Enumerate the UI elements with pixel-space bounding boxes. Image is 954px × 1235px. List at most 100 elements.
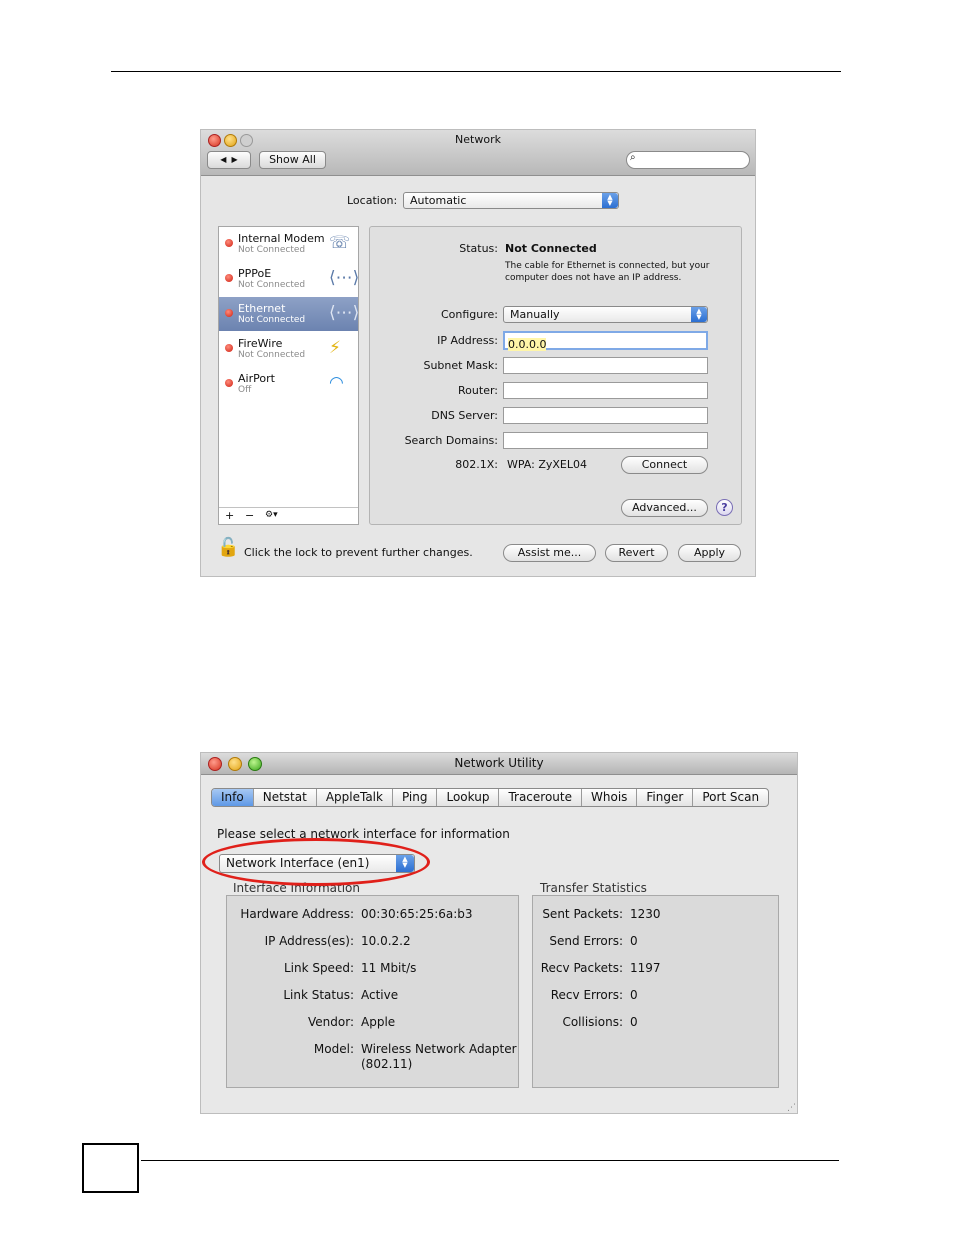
recv-packets-value: 1197 bbox=[630, 961, 661, 975]
network-utility-window: Network Utility Info Netstat AppleTalk P… bbox=[200, 752, 798, 1114]
model-label: Model: bbox=[313, 1042, 354, 1056]
service-firewire[interactable]: FireWire Not Connected ⚡ bbox=[219, 332, 358, 366]
service-status: Off bbox=[238, 385, 252, 395]
ip-addresses-value: 10.0.2.2 bbox=[361, 934, 411, 948]
connect-button[interactable]: Connect bbox=[621, 456, 708, 474]
tab-appletalk[interactable]: AppleTalk bbox=[317, 789, 393, 806]
dns-server-field[interactable] bbox=[503, 407, 708, 424]
back-arrow-icon[interactable]: ◀ bbox=[220, 155, 226, 164]
search-input[interactable]: ⌕ bbox=[626, 151, 750, 169]
tab-info[interactable]: Info bbox=[212, 789, 254, 806]
phone-icon: ☏ bbox=[329, 233, 351, 253]
popup-arrows-icon: ▲ ▼ bbox=[691, 307, 707, 322]
status-description: The cable for Ethernet is connected, but… bbox=[505, 261, 710, 283]
service-pppoe[interactable]: PPPoE Not Connected ⟨⋯⟩ bbox=[219, 262, 359, 296]
recv-packets-label: Recv Packets: bbox=[540, 961, 623, 975]
collisions-label: Collisions: bbox=[562, 1015, 623, 1029]
service-name: AirPort bbox=[238, 372, 275, 385]
transfer-group-label: Transfer Statistics bbox=[540, 881, 647, 895]
revert-button[interactable]: Revert bbox=[605, 544, 668, 562]
lock-icon[interactable]: 🔓 bbox=[217, 537, 239, 558]
vendor-value: Apple bbox=[361, 1015, 396, 1029]
network-window: Network ◀ ▶ Show All ⌕ Location: Automat… bbox=[200, 129, 756, 577]
recv-errors-value: 0 bbox=[630, 988, 638, 1002]
link-status-label: Link Status: bbox=[283, 988, 354, 1002]
search-icon: ⌕ bbox=[630, 152, 636, 163]
hardware-address-value: 00:30:65:25:6a:b3 bbox=[361, 907, 473, 921]
service-name: Internal Modem bbox=[238, 232, 325, 245]
collisions-value: 0 bbox=[630, 1015, 638, 1029]
router-label: Router: bbox=[458, 384, 498, 397]
location-popup[interactable]: Automatic ▲ ▼ bbox=[403, 192, 619, 209]
add-service-button[interactable]: + bbox=[225, 509, 234, 522]
show-all-button[interactable]: Show All bbox=[259, 151, 326, 169]
sent-packets-value: 1230 bbox=[630, 907, 661, 921]
status-red-icon bbox=[225, 379, 233, 387]
subnet-mask-label: Subnet Mask: bbox=[423, 359, 498, 372]
remove-service-button[interactable]: − bbox=[245, 509, 254, 522]
router-field[interactable] bbox=[503, 382, 708, 399]
footer-rule bbox=[141, 1160, 839, 1161]
dot1x-value: WPA: ZyXEL04 bbox=[507, 458, 587, 471]
tab-lookup[interactable]: Lookup bbox=[437, 789, 500, 806]
service-internal-modem[interactable]: Internal Modem Not Connected ☏ bbox=[219, 227, 358, 261]
service-ethernet[interactable]: Ethernet Not Connected ⟨⋯⟩ bbox=[219, 297, 359, 331]
search-domains-label: Search Domains: bbox=[404, 434, 498, 447]
lock-text: Click the lock to prevent further change… bbox=[244, 546, 473, 559]
status-label: Status: bbox=[459, 242, 498, 255]
model-extra: (802.11) bbox=[361, 1057, 413, 1071]
tab-traceroute[interactable]: Traceroute bbox=[499, 789, 582, 806]
header-rule bbox=[111, 71, 841, 72]
interface-info-box: Hardware Address: 00:30:65:25:6a:b3 IP A… bbox=[226, 895, 519, 1088]
assist-me-button[interactable]: Assist me... bbox=[503, 544, 596, 562]
ip-address-value: 0.0.0.0 bbox=[508, 338, 547, 351]
window-title: Network bbox=[455, 133, 501, 146]
ip-address-label: IP Address: bbox=[437, 334, 498, 347]
status-red-icon bbox=[225, 274, 233, 282]
link-speed-label: Link Speed: bbox=[283, 961, 354, 975]
service-status: Not Connected bbox=[238, 315, 306, 325]
service-name: Ethernet bbox=[238, 302, 286, 315]
help-icon[interactable]: ? bbox=[716, 499, 733, 516]
toolbar: Network ◀ ▶ Show All ⌕ bbox=[201, 130, 755, 176]
advanced-button[interactable]: Advanced... bbox=[621, 499, 708, 517]
settings-panel: Status: Not Connected The cable for Ethe… bbox=[369, 226, 742, 525]
status-value: Not Connected bbox=[505, 242, 597, 255]
tab-finger[interactable]: Finger bbox=[637, 789, 694, 806]
send-errors-label: Send Errors: bbox=[549, 934, 623, 948]
gear-icon[interactable]: ⚙▾ bbox=[265, 510, 278, 520]
service-list: Internal Modem Not Connected ☏ PPPoE Not… bbox=[218, 226, 359, 525]
location-value: Automatic bbox=[410, 194, 467, 207]
configure-popup[interactable]: Manually ▲ ▼ bbox=[503, 306, 708, 323]
dot1x-label: 802.1X: bbox=[455, 458, 498, 471]
tab-netstat[interactable]: Netstat bbox=[254, 789, 317, 806]
back-forward-buttons[interactable]: ◀ ▶ bbox=[207, 151, 251, 169]
wifi-icon: ◠ bbox=[329, 373, 344, 393]
resize-grip-icon[interactable]: ⋰ bbox=[787, 1103, 796, 1113]
service-status: Not Connected bbox=[238, 280, 306, 290]
forward-arrow-icon[interactable]: ▶ bbox=[232, 155, 238, 164]
subnet-mask-field[interactable] bbox=[503, 357, 708, 374]
tab-bar: Info Netstat AppleTalk Ping Lookup Trace… bbox=[211, 788, 770, 807]
apply-button[interactable]: Apply bbox=[678, 544, 741, 562]
link-status-value: Active bbox=[361, 988, 399, 1002]
send-errors-value: 0 bbox=[630, 934, 638, 948]
ip-address-field[interactable]: 0.0.0.0 bbox=[503, 331, 708, 351]
ip-addresses-label: IP Address(es): bbox=[264, 934, 354, 948]
popup-arrows-icon: ▲ ▼ bbox=[602, 193, 618, 208]
search-domains-field[interactable] bbox=[503, 432, 708, 449]
firewire-icon: ⚡ bbox=[329, 338, 341, 358]
service-list-footer: + − ⚙▾ bbox=[219, 507, 358, 525]
tab-port-scan[interactable]: Port Scan bbox=[693, 789, 768, 806]
service-airport[interactable]: AirPort Off ◠ bbox=[219, 367, 358, 401]
model-value: Wireless Network Adapter bbox=[361, 1042, 517, 1056]
service-status: Not Connected bbox=[238, 245, 306, 255]
tab-ping[interactable]: Ping bbox=[393, 789, 438, 806]
recv-errors-label: Recv Errors: bbox=[550, 988, 623, 1002]
hardware-address-label: Hardware Address: bbox=[240, 907, 354, 921]
service-name: PPPoE bbox=[238, 267, 272, 280]
location-label: Location: bbox=[347, 194, 398, 207]
vendor-label: Vendor: bbox=[308, 1015, 354, 1029]
tab-whois[interactable]: Whois bbox=[582, 789, 638, 806]
window-title: Network Utility bbox=[454, 756, 544, 770]
